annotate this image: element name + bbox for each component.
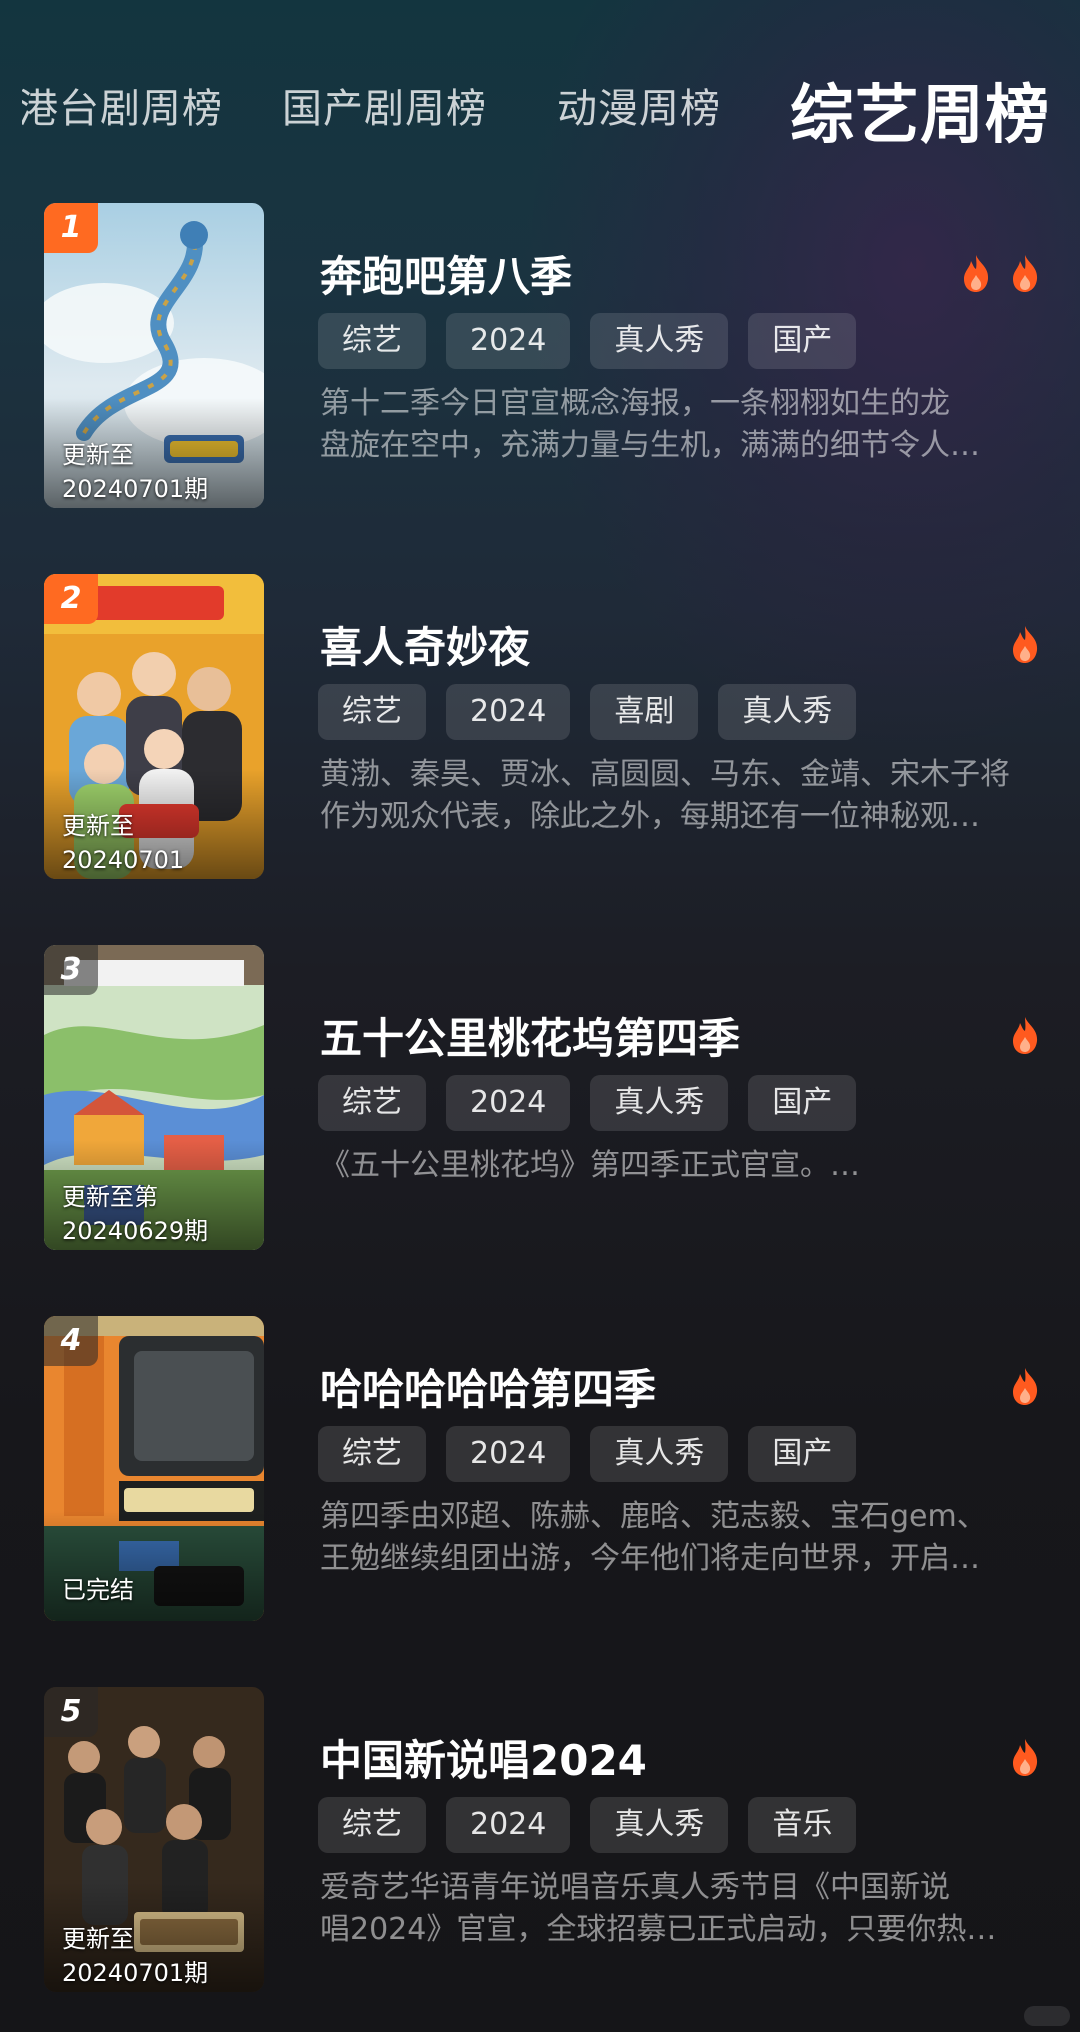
update-status: 更新至 20240701 (62, 809, 262, 877)
tab-hk-tw-drama[interactable]: 港台剧周榜 (22, 76, 223, 134)
show-title[interactable]: 奔跑吧第八季 (320, 243, 572, 304)
tag[interactable]: 综艺 (318, 1075, 426, 1131)
description-line: 唱2024》官宣，全球招募已正式启动，只要你热… (320, 1912, 997, 1947)
list-item[interactable]: 2 更新至 20240701 喜人奇妙夜 综艺 2024 喜剧 真人秀 黄渤、秦昊、贾… (0, 574, 1080, 884)
watermark (1024, 2006, 1070, 2026)
tag-list: 综艺 2024 真人秀 国产 (318, 1426, 876, 1484)
description-line: 王勉继续组团出游，今年他们将走向世界，开启… (320, 1541, 980, 1576)
show-title[interactable]: 五十公里桃花坞第四季 (320, 1005, 740, 1066)
show-title[interactable]: 哈哈哈哈哈第四季 (320, 1356, 656, 1417)
update-status: 更新至 20240701期 (62, 1922, 262, 1990)
update-status-line: 20240629期 (62, 1217, 209, 1245)
description-line: 黄渤、秦昊、贾冰、高圆圆、马东、金靖、宋木子将 (320, 757, 1010, 792)
rank-badge: 2 (44, 574, 98, 624)
tag[interactable]: 综艺 (318, 1797, 426, 1853)
tab-variety[interactable]: 综艺周榜 (790, 64, 1050, 156)
update-status-line: 更新至 (62, 812, 134, 840)
fire-icon (1013, 1017, 1038, 1054)
heat-indicator (996, 1366, 1040, 1410)
update-status: 更新至 20240701期 (62, 438, 262, 506)
poster-image[interactable]: 4 已完结 (44, 1316, 264, 1621)
tag[interactable]: 真人秀 (590, 1797, 729, 1853)
tag[interactable]: 国产 (748, 1075, 857, 1131)
tag[interactable]: 真人秀 (590, 1075, 729, 1131)
rank-badge: 3 (44, 945, 98, 995)
description-line: 作为观众代表，除此之外，每期还有一位神秘观… (320, 799, 980, 834)
tag-list: 综艺 2024 喜剧 真人秀 (318, 684, 876, 742)
show-title[interactable]: 中国新说唱2024 (320, 1727, 647, 1788)
tag[interactable]: 综艺 (318, 684, 426, 740)
fire-icon (1013, 255, 1038, 292)
description-line: 爱奇艺华语青年说唱音乐真人秀节目《中国新说 (320, 1870, 950, 1905)
update-status-line: 20240701期 (62, 1959, 209, 1987)
tag[interactable]: 喜剧 (590, 684, 699, 740)
poster-image[interactable]: 5 更新至 20240701期 (44, 1687, 264, 1992)
tab-anime[interactable]: 动漫周榜 (557, 76, 721, 134)
tag[interactable]: 2024 (446, 684, 571, 740)
rank-badge: 5 (44, 1687, 98, 1737)
show-title[interactable]: 喜人奇妙夜 (320, 614, 530, 675)
update-status: 已完结 (62, 1573, 262, 1607)
tag[interactable]: 2024 (446, 1426, 571, 1482)
update-status-line: 已完结 (62, 1576, 134, 1604)
tag[interactable]: 国产 (748, 313, 857, 369)
heat-indicator (996, 1015, 1040, 1059)
show-description: 爱奇艺华语青年说唱音乐真人秀节目《中国新说 唱2024》官宣，全球招募已正式启动… (320, 1867, 1040, 1951)
tag[interactable]: 2024 (446, 1797, 571, 1853)
tag[interactable]: 2024 (446, 1075, 571, 1131)
update-status-line: 20240701 (62, 846, 185, 874)
show-description: 《五十公里桃花坞》第四季正式官宣。… (320, 1145, 1040, 1187)
tab-domestic-drama[interactable]: 国产剧周榜 (282, 76, 487, 134)
tag[interactable]: 真人秀 (590, 1426, 729, 1482)
tag[interactable]: 真人秀 (590, 313, 729, 369)
rank-badge: 1 (44, 203, 98, 253)
tag-list: 综艺 2024 真人秀 国产 (318, 313, 876, 371)
fire-icon (963, 255, 988, 292)
description-line: 第四季由邓超、陈赫、鹿晗、范志毅、宝石gem、 (320, 1499, 987, 1534)
poster-image[interactable]: 3 更新至第 20240629期 (44, 945, 264, 1250)
fire-icon (1013, 1739, 1038, 1776)
heat-indicator (996, 1737, 1040, 1781)
update-status-line: 更新至 (62, 441, 134, 469)
tag[interactable]: 国产 (748, 1426, 857, 1482)
fire-icon (1013, 1368, 1038, 1405)
fire-icon (1013, 626, 1038, 663)
show-description: 第十二季今日官宣概念海报，一条栩栩如生的龙 盘旋在空中，充满力量与生机，满满的细… (320, 383, 1040, 467)
heat-indicator (996, 624, 1040, 668)
heat-indicator (947, 253, 1040, 297)
update-status-line: 更新至 (62, 1925, 134, 1953)
tag[interactable]: 综艺 (318, 313, 426, 369)
poster-image[interactable]: 1 更新至 20240701期 (44, 203, 264, 508)
tag[interactable]: 2024 (446, 313, 571, 369)
ranking-tab-bar: 港台剧周榜 国产剧周榜 动漫周榜 综艺周榜 (0, 0, 1080, 200)
tag[interactable]: 真人秀 (718, 684, 857, 740)
show-description: 黄渤、秦昊、贾冰、高圆圆、马东、金靖、宋木子将 作为观众代表，除此之外，每期还有… (320, 754, 1040, 838)
rank-badge: 4 (44, 1316, 98, 1366)
tag[interactable]: 综艺 (318, 1426, 426, 1482)
list-item[interactable]: 4 已完结 哈哈哈哈哈第四季 综艺 2024 真人秀 国产 第四季由邓超、陈赫、鹿晗、… (0, 1316, 1080, 1626)
update-status-line: 20240701期 (62, 475, 209, 503)
list-item[interactable]: 1 更新至 20240701期 奔跑吧第八季 综艺 2024 真人秀 国产 第十二季今… (0, 203, 1080, 513)
show-description: 第四季由邓超、陈赫、鹿晗、范志毅、宝石gem、 王勉继续组团出游，今年他们将走向… (320, 1496, 1040, 1580)
poster-image[interactable]: 2 更新至 20240701 (44, 574, 264, 879)
update-status: 更新至第 20240629期 (62, 1180, 262, 1248)
list-item[interactable]: 3 更新至第 20240629期 五十公里桃花坞第四季 综艺 2024 真人秀 国产 … (0, 945, 1080, 1255)
update-status-line: 更新至第 (62, 1183, 158, 1211)
list-item[interactable]: 5 更新至 20240701期 中国新说唱2024 综艺 2024 真人秀 音乐 爱奇… (0, 1687, 1080, 1997)
tag-list: 综艺 2024 真人秀 音乐 (318, 1797, 876, 1855)
tag[interactable]: 音乐 (748, 1797, 857, 1853)
description-line: 盘旋在空中，充满力量与生机，满满的细节令人… (320, 428, 980, 463)
description-line: 《五十公里桃花坞》第四季正式官宣。… (320, 1148, 860, 1183)
description-line: 第十二季今日官宣概念海报，一条栩栩如生的龙 (320, 386, 950, 421)
tag-list: 综艺 2024 真人秀 国产 (318, 1075, 876, 1133)
